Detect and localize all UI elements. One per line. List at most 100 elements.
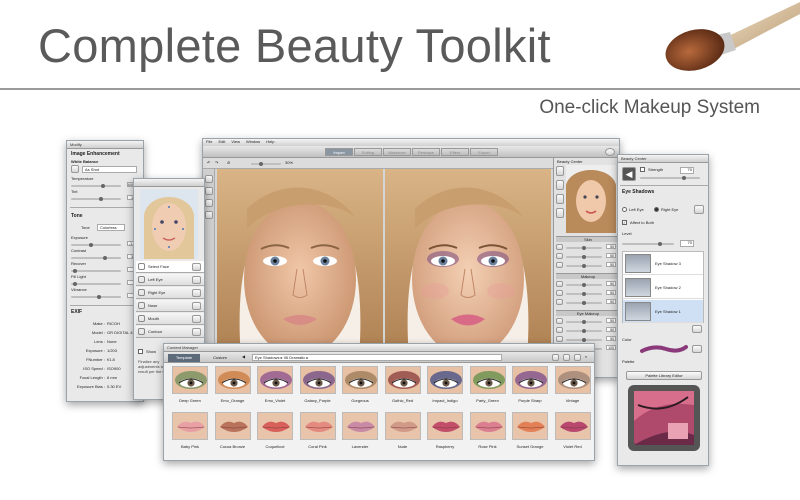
left-eye-radio[interactable] (622, 207, 627, 212)
lip-thumbnail[interactable] (384, 412, 421, 440)
level-slider[interactable] (622, 242, 674, 246)
face-item-left-eye[interactable]: Left Eye (136, 274, 204, 286)
back-button[interactable]: ◀ (622, 167, 636, 181)
tone-select[interactable]: Colorless (97, 224, 125, 231)
breadcrumb[interactable]: Eye Shadows ▸ 06 Dramatic ▸ (252, 354, 502, 361)
adjust-icon[interactable] (556, 318, 563, 324)
tool-select-icon[interactable] (205, 175, 213, 183)
lip-thumbnail[interactable] (469, 412, 506, 440)
level-value[interactable]: 70 (680, 240, 694, 247)
menu-item[interactable]: Help (266, 139, 274, 144)
temperature-slider[interactable] (71, 184, 121, 188)
lip-thumbnail[interactable] (257, 412, 293, 440)
tab-export[interactable]: Export (470, 148, 498, 156)
tab-custom[interactable]: Custom (204, 354, 236, 362)
grid-view-icon[interactable] (563, 354, 570, 361)
adjust-slider[interactable] (566, 320, 602, 324)
eyedropper-icon[interactable] (692, 345, 702, 353)
undo-icon[interactable]: ↶ (207, 160, 210, 165)
list-view-icon[interactable] (574, 354, 581, 361)
section-image-enhancement[interactable]: Image Enhancement (71, 151, 120, 157)
adjust-icon[interactable] (556, 253, 563, 259)
lip-thumbnail[interactable] (299, 412, 336, 440)
eye-thumbnail[interactable] (214, 366, 251, 394)
adjust-slider[interactable] (566, 283, 602, 287)
strength-slider[interactable] (640, 176, 700, 180)
adjust-icon[interactable] (556, 290, 563, 296)
adjust-value[interactable]: 50 (606, 336, 616, 341)
eye-thumbnail[interactable] (172, 366, 208, 394)
tool-icon[interactable] (556, 208, 564, 218)
adjust-slider[interactable] (566, 329, 602, 333)
adjust-slider[interactable] (566, 255, 602, 259)
save-icon[interactable] (552, 354, 559, 361)
eye-thumbnail[interactable] (512, 366, 548, 394)
group-header[interactable]: Skin (556, 236, 619, 242)
adjust-value[interactable]: 50 (606, 281, 616, 286)
adjust-icon[interactable] (556, 262, 563, 268)
tool-brush-icon[interactable] (205, 187, 213, 195)
adjust-slider[interactable] (566, 338, 602, 342)
face-thumbnail[interactable] (566, 165, 616, 233)
adjust-icon[interactable] (556, 299, 563, 305)
adjust-icon[interactable] (556, 244, 563, 250)
eye-thumbnail[interactable] (257, 366, 293, 394)
right-eye-radio[interactable] (654, 207, 659, 212)
contrast-slider[interactable] (71, 256, 121, 260)
edit-button[interactable] (192, 263, 201, 271)
color-swatch[interactable] (640, 343, 688, 355)
face-item-right-eye[interactable]: Right Eye (136, 287, 204, 299)
shadow-layer-item[interactable]: Eye Shadow 1 (623, 300, 703, 323)
eyedropper-button[interactable] (71, 165, 79, 173)
adjust-value[interactable]: 50 (606, 244, 616, 249)
eye-mode-button[interactable] (694, 205, 704, 214)
recover-slider[interactable] (71, 269, 121, 273)
adjust-value[interactable]: 50 (606, 299, 616, 304)
tab-import[interactable]: Import (325, 148, 353, 156)
shadow-layer-item[interactable]: Eye Shadow 2 (623, 276, 703, 299)
adjust-slider[interactable] (566, 246, 602, 250)
exif-section[interactable]: EXIF (71, 309, 82, 315)
adjust-value[interactable]: 50 (606, 290, 616, 295)
palette-library-editor-button[interactable]: Palette Library Editor (626, 371, 702, 380)
tab-template[interactable]: Template (168, 354, 200, 362)
menu-item[interactable]: File (206, 139, 212, 144)
edit-button[interactable] (192, 328, 201, 336)
tab-reshape[interactable]: Reshape (412, 148, 440, 156)
lip-thumbnail[interactable] (342, 412, 378, 440)
tab-editing[interactable]: Editing (354, 148, 382, 156)
search-icon[interactable]: ⌕ (585, 354, 587, 359)
tool-icon[interactable] (556, 194, 564, 204)
adjust-value[interactable]: 50 (606, 253, 616, 258)
face-item-select-face[interactable]: Select Face (136, 261, 204, 273)
adjust-value[interactable]: 50 (606, 318, 616, 323)
eye-shadows-section[interactable]: Eye Shadows (622, 189, 654, 195)
group-header[interactable]: Eye Makeup (556, 310, 619, 316)
adjust-slider[interactable] (566, 264, 602, 268)
face-item-contour[interactable]: Contour (136, 326, 204, 338)
tool-eraser-icon[interactable] (205, 199, 213, 207)
lip-thumbnail[interactable] (427, 412, 463, 440)
fill-light-slider[interactable] (71, 282, 121, 286)
tab-effect[interactable]: Effect (441, 148, 469, 156)
eye-thumbnail[interactable] (427, 366, 463, 394)
face-item-nose[interactable]: Nose (136, 300, 204, 312)
strength-checkbox[interactable] (640, 167, 645, 172)
menu-item[interactable]: Window (246, 139, 260, 144)
tab-makeover[interactable]: Makeover (383, 148, 411, 156)
adjust-icon[interactable] (556, 327, 563, 333)
eye-thumbnail[interactable] (342, 366, 378, 394)
tint-slider[interactable] (71, 197, 121, 201)
zoom-slider[interactable] (251, 162, 281, 166)
add-shadow-button[interactable] (692, 325, 702, 333)
edit-button[interactable] (192, 289, 201, 297)
exposure-slider[interactable] (71, 243, 121, 247)
settings-button[interactable] (605, 148, 615, 156)
white-balance-select[interactable]: As Shot (82, 166, 137, 173)
menu-item[interactable]: View (231, 139, 240, 144)
edit-button[interactable] (192, 302, 201, 310)
palette-preview[interactable] (628, 385, 700, 451)
face-item-mouth[interactable]: Mouth (136, 313, 204, 325)
tool-hand-icon[interactable] (205, 211, 213, 219)
zoom-value[interactable]: 30% (285, 160, 293, 165)
